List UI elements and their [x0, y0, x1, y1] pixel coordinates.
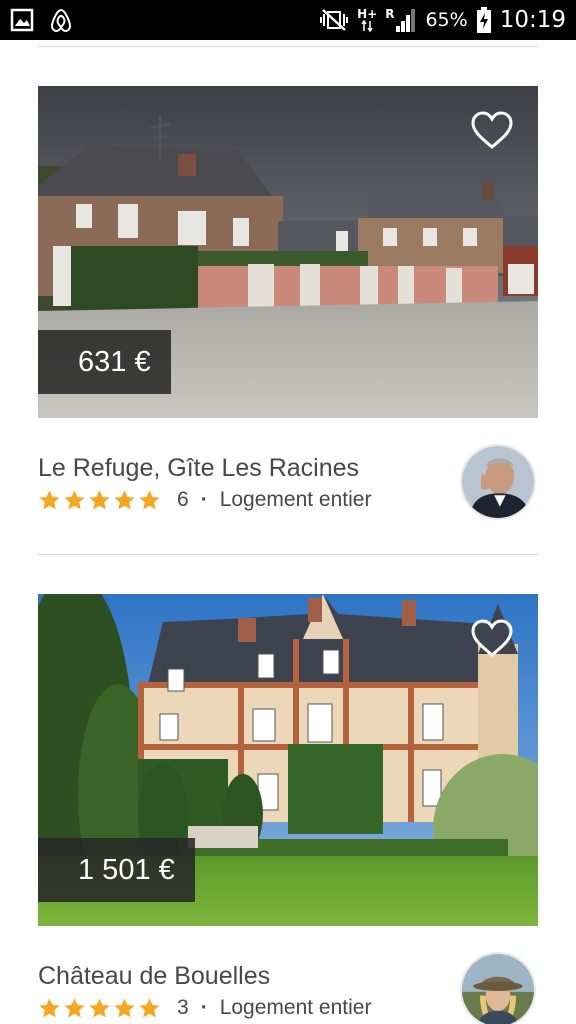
listing-meta: 6 · Logement entier [38, 488, 371, 512]
listing-card[interactable]: 1 501 € Château de Bouelles 3 · Logement… [38, 594, 538, 1024]
listings-feed[interactable]: 631 € Le Refuge, Gîte Les Racines 6 · Lo… [0, 40, 576, 1024]
rating-stars [38, 997, 161, 1020]
listing-meta: 3 · Logement entier [38, 996, 371, 1020]
review-count: 6 [177, 488, 189, 511]
battery-percent: 65% [425, 9, 468, 31]
host-avatar[interactable] [460, 444, 536, 520]
star-icon [114, 489, 135, 509]
listing-card[interactable]: 631 € Le Refuge, Gîte Les Racines 6 · Lo… [38, 86, 538, 520]
favorite-heart-icon[interactable] [470, 618, 514, 658]
review-count: 3 [177, 996, 189, 1019]
star-icon [39, 489, 60, 509]
star-icon [89, 489, 110, 509]
meta-separator: · [200, 996, 208, 1019]
listing-type: Logement entier [219, 996, 372, 1019]
star-icon [64, 489, 85, 509]
data-arrows-icon [361, 20, 373, 32]
network-type-label: H+ [357, 7, 378, 21]
price-tag: 631 € [38, 330, 171, 394]
host-avatar[interactable] [460, 952, 536, 1024]
top-divider [38, 46, 538, 47]
star-icon [114, 997, 135, 1017]
favorite-heart-icon[interactable] [470, 110, 514, 150]
listing-title[interactable]: Château de Bouelles [38, 962, 270, 991]
status-bar: H+ R 65% 10:19 [0, 0, 576, 40]
signal-icon [396, 9, 416, 32]
gallery-notification-icon [10, 8, 34, 32]
battery-charging-icon [476, 7, 491, 33]
airbnb-notification-icon [50, 8, 72, 33]
listing-type: Logement entier [219, 488, 372, 511]
star-icon [139, 997, 160, 1017]
roaming-label: R [385, 7, 395, 21]
star-icon [89, 997, 110, 1017]
listing-photo[interactable]: 631 € [38, 86, 538, 418]
star-icon [64, 997, 85, 1017]
star-icon [39, 997, 60, 1017]
meta-separator: · [200, 488, 208, 511]
listing-photo[interactable]: 1 501 € [38, 594, 538, 926]
rating-stars [38, 489, 161, 512]
vibrate-icon [320, 9, 349, 31]
listing-title[interactable]: Le Refuge, Gîte Les Racines [38, 454, 359, 483]
listing-divider [38, 554, 538, 555]
clock: 10:19 [499, 7, 566, 33]
star-icon [139, 489, 160, 509]
price-tag: 1 501 € [38, 838, 195, 902]
